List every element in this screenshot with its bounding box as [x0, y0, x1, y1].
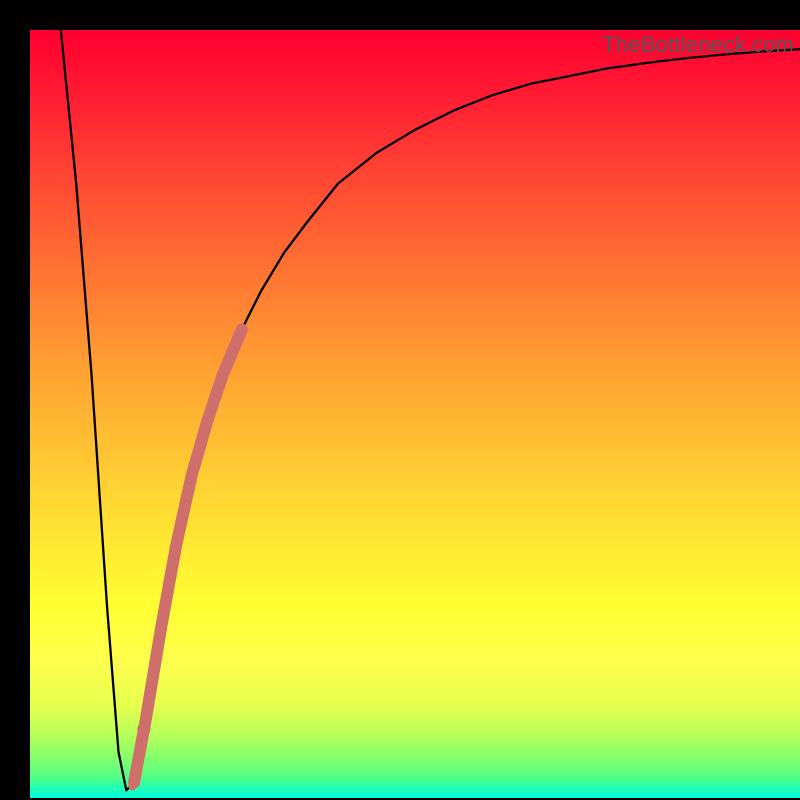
bottleneck-curve-path	[61, 30, 800, 790]
chart-frame: TheBottleneck.com	[0, 0, 800, 800]
highlight-segment-path	[134, 330, 242, 783]
highlight-dot	[133, 754, 144, 765]
highlight-dot	[137, 722, 150, 735]
highlight-dot	[128, 783, 136, 791]
chart-svg	[30, 30, 800, 798]
watermark-text: TheBottleneck.com	[602, 32, 794, 58]
plot-area: TheBottleneck.com	[30, 30, 800, 798]
